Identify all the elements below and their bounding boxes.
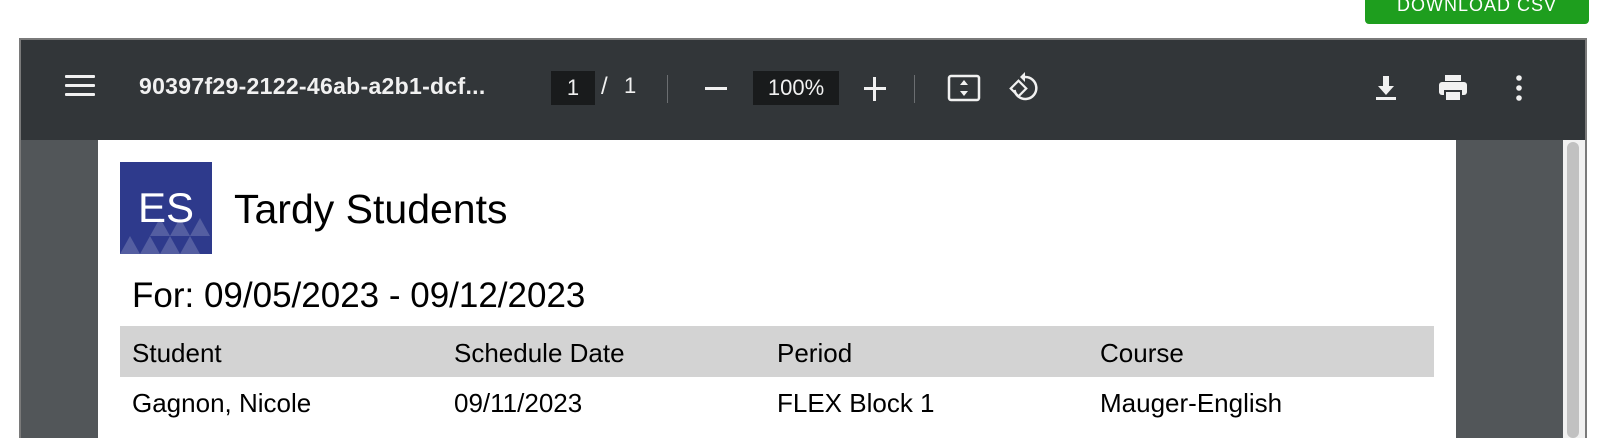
logo-text: ES (137, 184, 195, 231)
page-number-input[interactable]: 1 (551, 71, 595, 105)
zoom-level-input[interactable]: 100% (753, 71, 839, 105)
download-icon[interactable] (1368, 70, 1404, 106)
column-header-student: Student (132, 338, 222, 368)
zoom-out-icon[interactable] (701, 76, 731, 100)
pdf-toolbar: 90397f29-2122-46ab-a2b1-dcf... 1 / 1 100… (21, 40, 1585, 140)
school-logo: ES (120, 162, 212, 254)
toolbar-divider (667, 75, 668, 103)
pdf-page: ES Tardy Students For: 09/05/2023 - 09/1… (98, 140, 1456, 438)
toolbar-divider (914, 75, 915, 103)
date-range: For: 09/05/2023 - 09/12/2023 (132, 276, 586, 315)
print-icon[interactable] (1435, 70, 1471, 106)
download-csv-button[interactable]: DOWNLOAD CSV (1365, 0, 1589, 24)
more-options-icon[interactable] (1501, 70, 1537, 106)
column-header-period: Period (777, 338, 853, 368)
menu-icon[interactable] (65, 75, 95, 99)
page-total: 1 (624, 73, 637, 98)
fit-page-icon[interactable] (946, 70, 982, 106)
file-name: 90397f29-2122-46ab-a2b1-dcf... (139, 73, 486, 99)
cell-course: Mauger-English (1100, 388, 1283, 418)
report-title: Tardy Students (234, 186, 508, 232)
zoom-in-icon[interactable] (861, 76, 889, 104)
table-row: Gagnon, Nicole 09/11/2023 FLEX Block 1 M… (120, 377, 1434, 429)
cell-student: Gagnon, Nicole (132, 388, 312, 418)
page-separator: / (601, 73, 608, 100)
scrollbar-thumb[interactable] (1567, 142, 1579, 438)
cell-period: FLEX Block 1 (777, 388, 935, 418)
pdf-viewer: 90397f29-2122-46ab-a2b1-dcf... 1 / 1 100… (19, 38, 1587, 438)
column-header-course: Course (1100, 338, 1184, 368)
cell-schedule-date: 09/11/2023 (454, 388, 583, 418)
column-header-schedule-date: Schedule Date (454, 338, 625, 368)
table-header: Student Schedule Date Period Course (120, 326, 1434, 377)
rotate-icon[interactable] (1007, 70, 1043, 106)
